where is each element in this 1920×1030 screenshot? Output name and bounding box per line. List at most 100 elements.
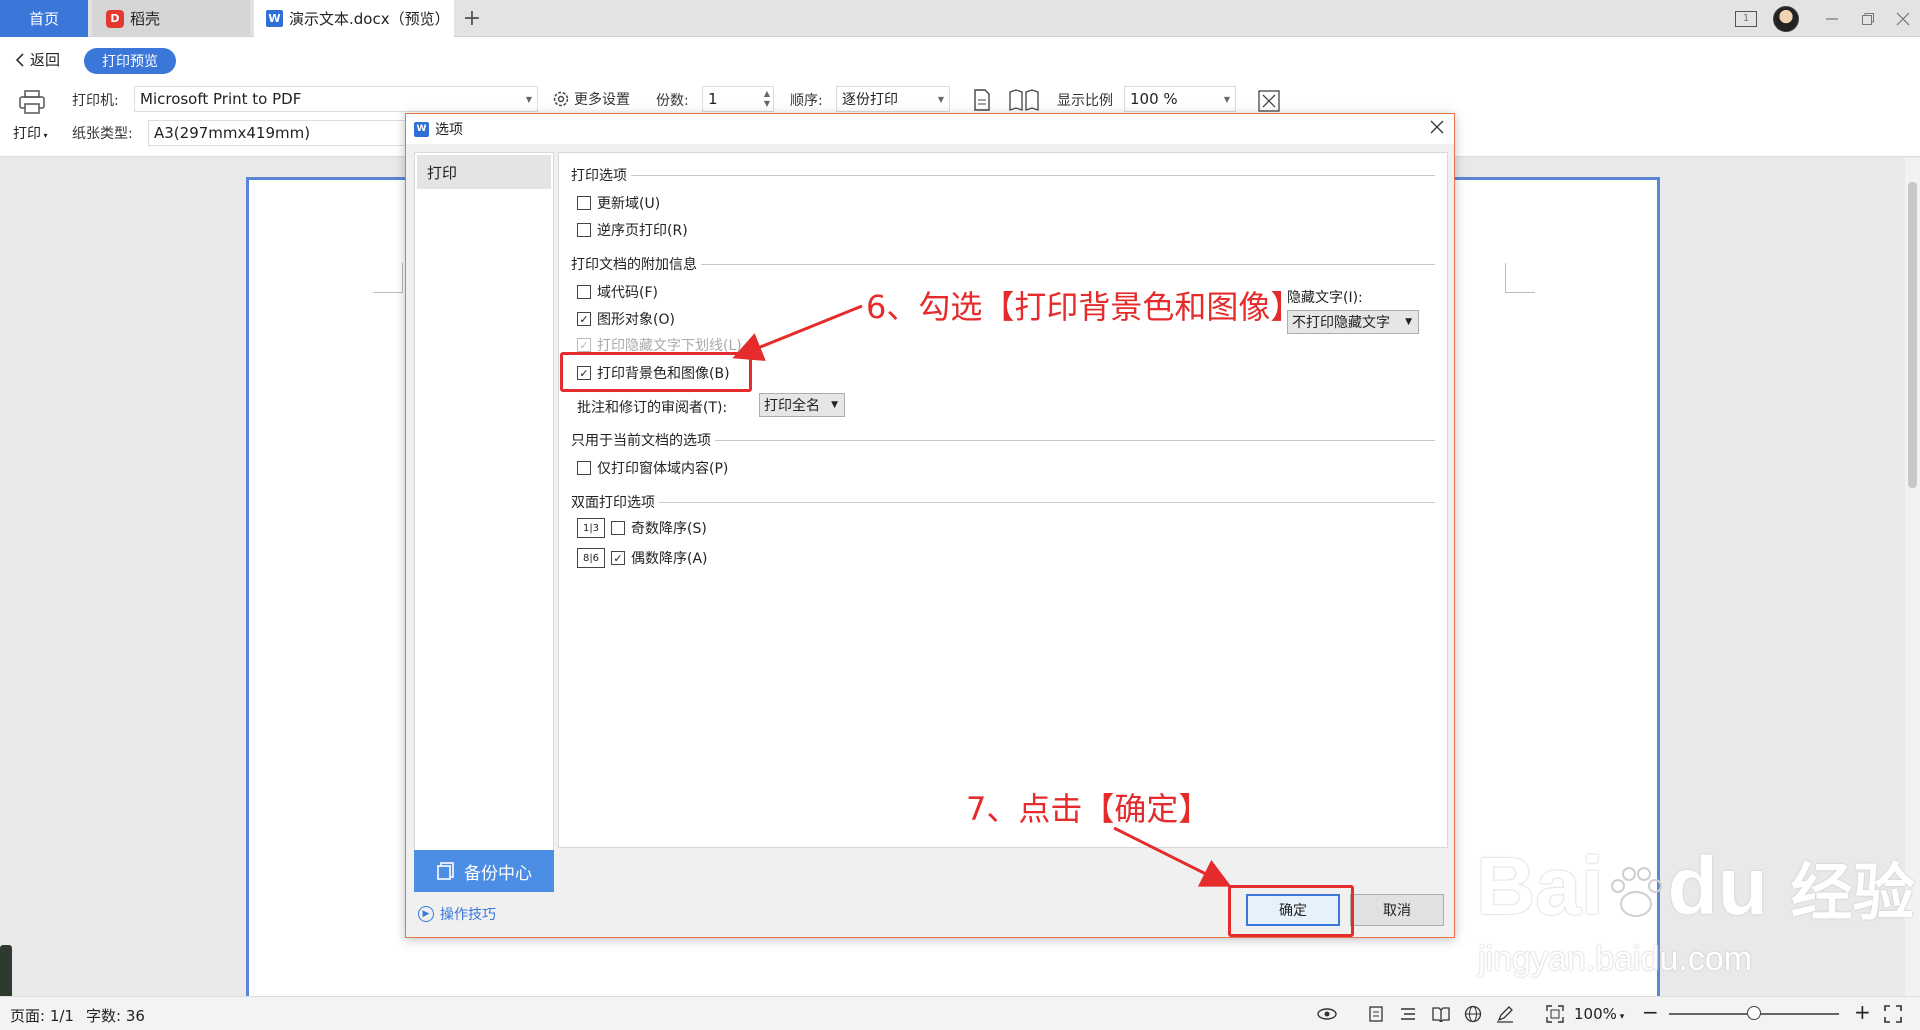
section-divider <box>659 501 1435 503</box>
checkbox[interactable] <box>611 521 625 535</box>
checkbox-checked[interactable]: ✓ <box>611 551 625 565</box>
checkbox-disabled: ✓ <box>577 338 591 352</box>
zoom-level[interactable]: 100% ▾ <box>1574 1005 1624 1023</box>
print-preview-tab[interactable]: 打印预览 <box>84 48 176 74</box>
user-avatar[interactable] <box>1770 0 1802 37</box>
window-count-button[interactable]: 1 <box>1730 0 1762 37</box>
reviewer-select[interactable]: 打印全名 ▼ <box>759 393 845 417</box>
outline-view-icon[interactable] <box>1400 1006 1416 1022</box>
wps-logo-icon: W <box>414 121 429 137</box>
option-even-descending[interactable]: 8|6 ✓ 偶数降序(A) <box>577 548 708 568</box>
copies-stepper[interactable]: 1 ▲ ▼ <box>702 86 774 112</box>
odd-pages-icon: 1|3 <box>577 518 605 538</box>
tips-link[interactable]: ▶ 操作技巧 <box>418 904 496 924</box>
section-divider <box>701 263 1435 265</box>
word-doc-icon: W <box>266 10 283 27</box>
close-window-button[interactable] <box>1886 0 1920 37</box>
annotation-step6: 6、勾选【打印背景色和图像】 <box>866 288 1303 326</box>
order-select[interactable]: 逐份打印 ▼ <box>836 86 950 112</box>
scale-label: 显示比例 <box>1057 93 1113 109</box>
printer-value: Microsoft Print to PDF <box>140 90 302 108</box>
back-button[interactable]: 返回 <box>14 49 60 70</box>
printer-label: 打印机: <box>72 93 119 109</box>
fullscreen-icon[interactable] <box>1884 1005 1902 1023</box>
scrollbar-thumb[interactable] <box>1908 182 1917 488</box>
annotation-step7: 7、点击【确定】 <box>966 790 1211 828</box>
option-reverse-order[interactable]: 逆序页打印(R) <box>577 220 688 240</box>
option-label: 偶数降序(A) <box>631 551 708 567</box>
word-count: 字数: 36 <box>86 1007 145 1025</box>
close-icon <box>1430 120 1444 134</box>
checkbox-checked[interactable]: ✓ <box>577 312 591 326</box>
chevron-down-icon: ▼ <box>831 400 838 410</box>
checkbox[interactable] <box>577 196 591 210</box>
option-label: 更新域(U) <box>597 196 661 212</box>
checkbox[interactable] <box>577 285 591 299</box>
option-label: 仅打印窗体域内容(P) <box>597 461 729 477</box>
section-title: 打印选项 <box>571 168 627 184</box>
crop-mark <box>373 263 403 293</box>
pen-icon[interactable] <box>1496 1005 1514 1023</box>
backup-center-button[interactable]: 备份中心 <box>414 850 554 892</box>
paper-select[interactable]: A3(297mmx419mm) <box>148 120 408 146</box>
printer-select[interactable]: Microsoft Print to PDF ▼ <box>134 86 538 112</box>
paw-icon <box>1610 867 1662 918</box>
fit-page-icon[interactable] <box>1546 1005 1564 1023</box>
tab-home-label: 首页 <box>28 10 59 28</box>
section-title: 只用于当前文档的选项 <box>571 433 711 449</box>
copies-value: 1 <box>708 90 718 108</box>
tab-document[interactable]: W 演示文本.docx（预览） <box>254 0 454 37</box>
option-form-only[interactable]: 仅打印窗体域内容(P) <box>577 458 728 478</box>
print-label: 打印 <box>13 126 41 142</box>
watermark-jingyan: 经验 <box>1790 859 1915 928</box>
reading-view-icon[interactable] <box>1432 1006 1450 1022</box>
option-field-codes[interactable]: 域代码(F) <box>577 282 658 302</box>
option-update-fields[interactable]: 更新域(U) <box>577 193 660 213</box>
tips-label: 操作技巧 <box>440 907 496 923</box>
more-settings-button[interactable]: 更多设置 <box>552 89 630 109</box>
tab-home[interactable]: 首页 <box>0 0 88 37</box>
option-label: 域代码(F) <box>597 285 658 301</box>
restore-button[interactable] <box>1850 0 1886 37</box>
reviewer-value: 打印全名 <box>764 398 820 414</box>
scale-select[interactable]: 100 % ▼ <box>1124 86 1236 112</box>
restore-icon <box>1862 12 1874 25</box>
print-preview-label: 打印预览 <box>102 54 158 70</box>
chevron-down-icon: ▼ <box>1405 317 1412 327</box>
single-page-icon[interactable] <box>970 88 994 112</box>
zoom-in-button[interactable]: + <box>1854 1000 1871 1024</box>
daoke-logo-icon: D <box>106 9 124 28</box>
zoom-out-button[interactable]: − <box>1642 1000 1659 1024</box>
printer-icon[interactable] <box>18 89 46 115</box>
section-additional-info: 打印文档的附加信息 <box>571 254 1435 274</box>
gear-icon <box>553 91 569 107</box>
watermark-url: jingyan.baidu.com <box>1478 940 1753 978</box>
checkbox[interactable] <box>577 461 591 475</box>
option-drawing-objects[interactable]: ✓ 图形对象(O) <box>577 309 675 329</box>
options-sidebar: 打印 <box>414 152 554 892</box>
option-odd-descending[interactable]: 1|3 奇数降序(S) <box>577 518 707 538</box>
close-preview-icon[interactable] <box>1258 90 1280 112</box>
minimize-button[interactable] <box>1814 0 1850 37</box>
checkbox[interactable] <box>577 223 591 237</box>
new-tab-button[interactable]: + <box>458 0 486 37</box>
page-view-icon[interactable] <box>1368 1006 1384 1022</box>
sidebar-item-print[interactable]: 打印 <box>417 155 551 189</box>
multi-page-icon[interactable] <box>1008 88 1042 112</box>
eye-icon[interactable] <box>1316 1006 1338 1022</box>
section-divider <box>631 174 1435 176</box>
section-current-doc: 只用于当前文档的选项 <box>571 430 1435 450</box>
dialog-close-button[interactable] <box>1430 118 1444 139</box>
tab-daoke[interactable]: D 稻壳 <box>92 0 250 37</box>
watermark-du: du <box>1667 841 1768 932</box>
option-label: 图形对象(O) <box>597 312 675 328</box>
print-button[interactable]: 打印 ▾ <box>13 123 48 143</box>
options-panel: 打印选项 更新域(U) 逆序页打印(R) 打印文档的附加信息 域代码(F) ✓ 图… <box>558 152 1448 848</box>
dialog-title: 选项 <box>435 122 463 138</box>
cancel-button[interactable]: 取消 <box>1350 894 1444 926</box>
page-indicator: 页面: 1/1 <box>10 1007 74 1025</box>
zoom-slider-handle[interactable] <box>1747 1006 1761 1020</box>
hidden-text-select[interactable]: 不打印隐藏文字 ▼ <box>1287 310 1419 334</box>
web-view-icon[interactable] <box>1464 1005 1482 1023</box>
zoom-value: 100% <box>1574 1005 1617 1023</box>
